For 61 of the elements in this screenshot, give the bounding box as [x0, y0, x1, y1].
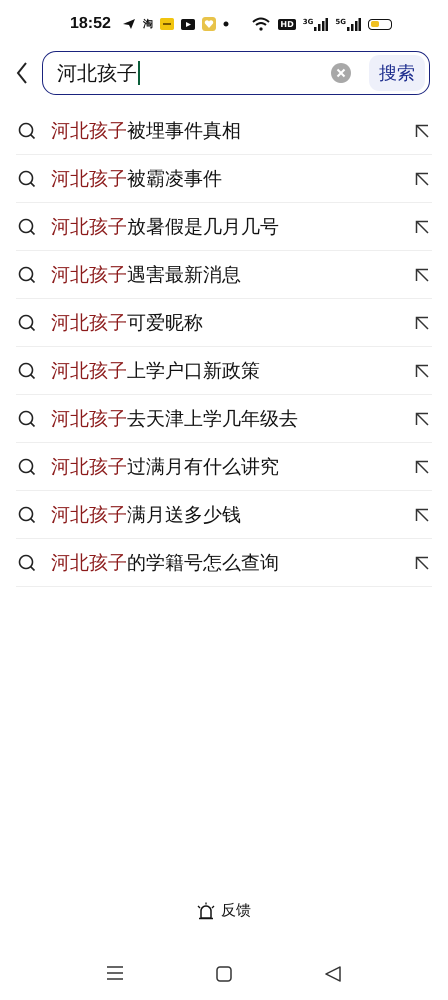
search-icon — [18, 554, 36, 572]
arrow-icon — [415, 556, 429, 570]
feedback-link[interactable]: 反馈 — [197, 901, 251, 920]
search-icon — [18, 122, 36, 140]
suggestion-text: 河北孩子去天津上学几年级去 — [51, 406, 299, 432]
suggestion-item[interactable]: 河北孩子过满月有什么讲究 — [16, 443, 432, 491]
search-icon — [18, 506, 36, 524]
arrow-icon — [415, 220, 429, 234]
search-field[interactable]: 河北孩子 搜索 — [42, 51, 430, 95]
suggestion-text: 河北孩子被埋事件真相 — [51, 118, 242, 144]
arrow-icon — [415, 364, 429, 378]
search-icon — [18, 458, 36, 476]
dot-icon — [222, 21, 229, 27]
menu-icon — [106, 966, 123, 980]
suggestion-text: 河北孩子的学籍号怎么查询 — [51, 550, 280, 576]
suggestion-text: 河北孩子放暑假是几月几号 — [51, 214, 280, 240]
search-icon — [18, 266, 36, 284]
suggestion-text: 河北孩子过满月有什么讲究 — [51, 454, 280, 480]
search-icon — [18, 314, 36, 332]
back-icon — [325, 966, 342, 982]
suggestion-item[interactable]: 河北孩子被霸凌事件 — [16, 155, 432, 203]
signal-icon — [314, 18, 328, 30]
suggestion-text: 河北孩子遇害最新消息 — [51, 262, 242, 288]
home-icon — [216, 966, 232, 982]
app-icon: 淘 — [142, 17, 153, 31]
suggestion-item[interactable]: 河北孩子的学籍号怎么查询 — [16, 539, 432, 587]
clear-icon — [331, 63, 351, 83]
suggestion-item[interactable]: 河北孩子可爱昵称 — [16, 299, 432, 347]
clock-time: 18:52 — [70, 15, 111, 33]
search-icon — [18, 362, 36, 380]
suggestion-text: 河北孩子可爱昵称 — [51, 310, 204, 336]
signal-icon — [347, 18, 361, 30]
suggestion-item[interactable]: 河北孩子被埋事件真相 — [16, 107, 432, 155]
hd-badge: HD — [278, 18, 296, 30]
suggestion-item[interactable]: 河北孩子上学户口新政策 — [16, 347, 432, 395]
search-icon — [18, 218, 36, 236]
arrow-icon — [415, 412, 429, 426]
battery-icon — [368, 18, 392, 30]
send-icon — [122, 18, 136, 30]
suggestion-item[interactable]: 河北孩子满月送多少钱 — [16, 491, 432, 539]
search-icon — [18, 170, 36, 188]
wifi-icon — [251, 17, 272, 31]
arrow-icon — [415, 316, 429, 330]
suggestion-item[interactable]: 河北孩子放暑假是几月几号 — [16, 203, 432, 251]
video-icon — [180, 18, 195, 30]
suggestion-text: 河北孩子满月送多少钱 — [51, 502, 242, 528]
arrow-icon — [415, 268, 429, 282]
search-button[interactable]: 搜索 — [369, 55, 425, 91]
back-icon — [16, 62, 28, 84]
app-icon — [160, 18, 174, 30]
suggestion-item[interactable]: 河北孩子去天津上学几年级去 — [16, 395, 432, 443]
arrow-icon — [415, 124, 429, 138]
search-icon — [18, 410, 36, 428]
alarm-icon — [197, 902, 215, 920]
suggestion-text: 河北孩子被霸凌事件 — [51, 166, 223, 192]
arrow-icon — [415, 172, 429, 186]
arrow-icon — [415, 460, 429, 474]
heart-icon — [202, 17, 216, 31]
suggestion-item[interactable]: 河北孩子遇害最新消息 — [16, 251, 432, 299]
suggestion-text: 河北孩子上学户口新政策 — [51, 358, 261, 384]
arrow-icon — [415, 508, 429, 522]
